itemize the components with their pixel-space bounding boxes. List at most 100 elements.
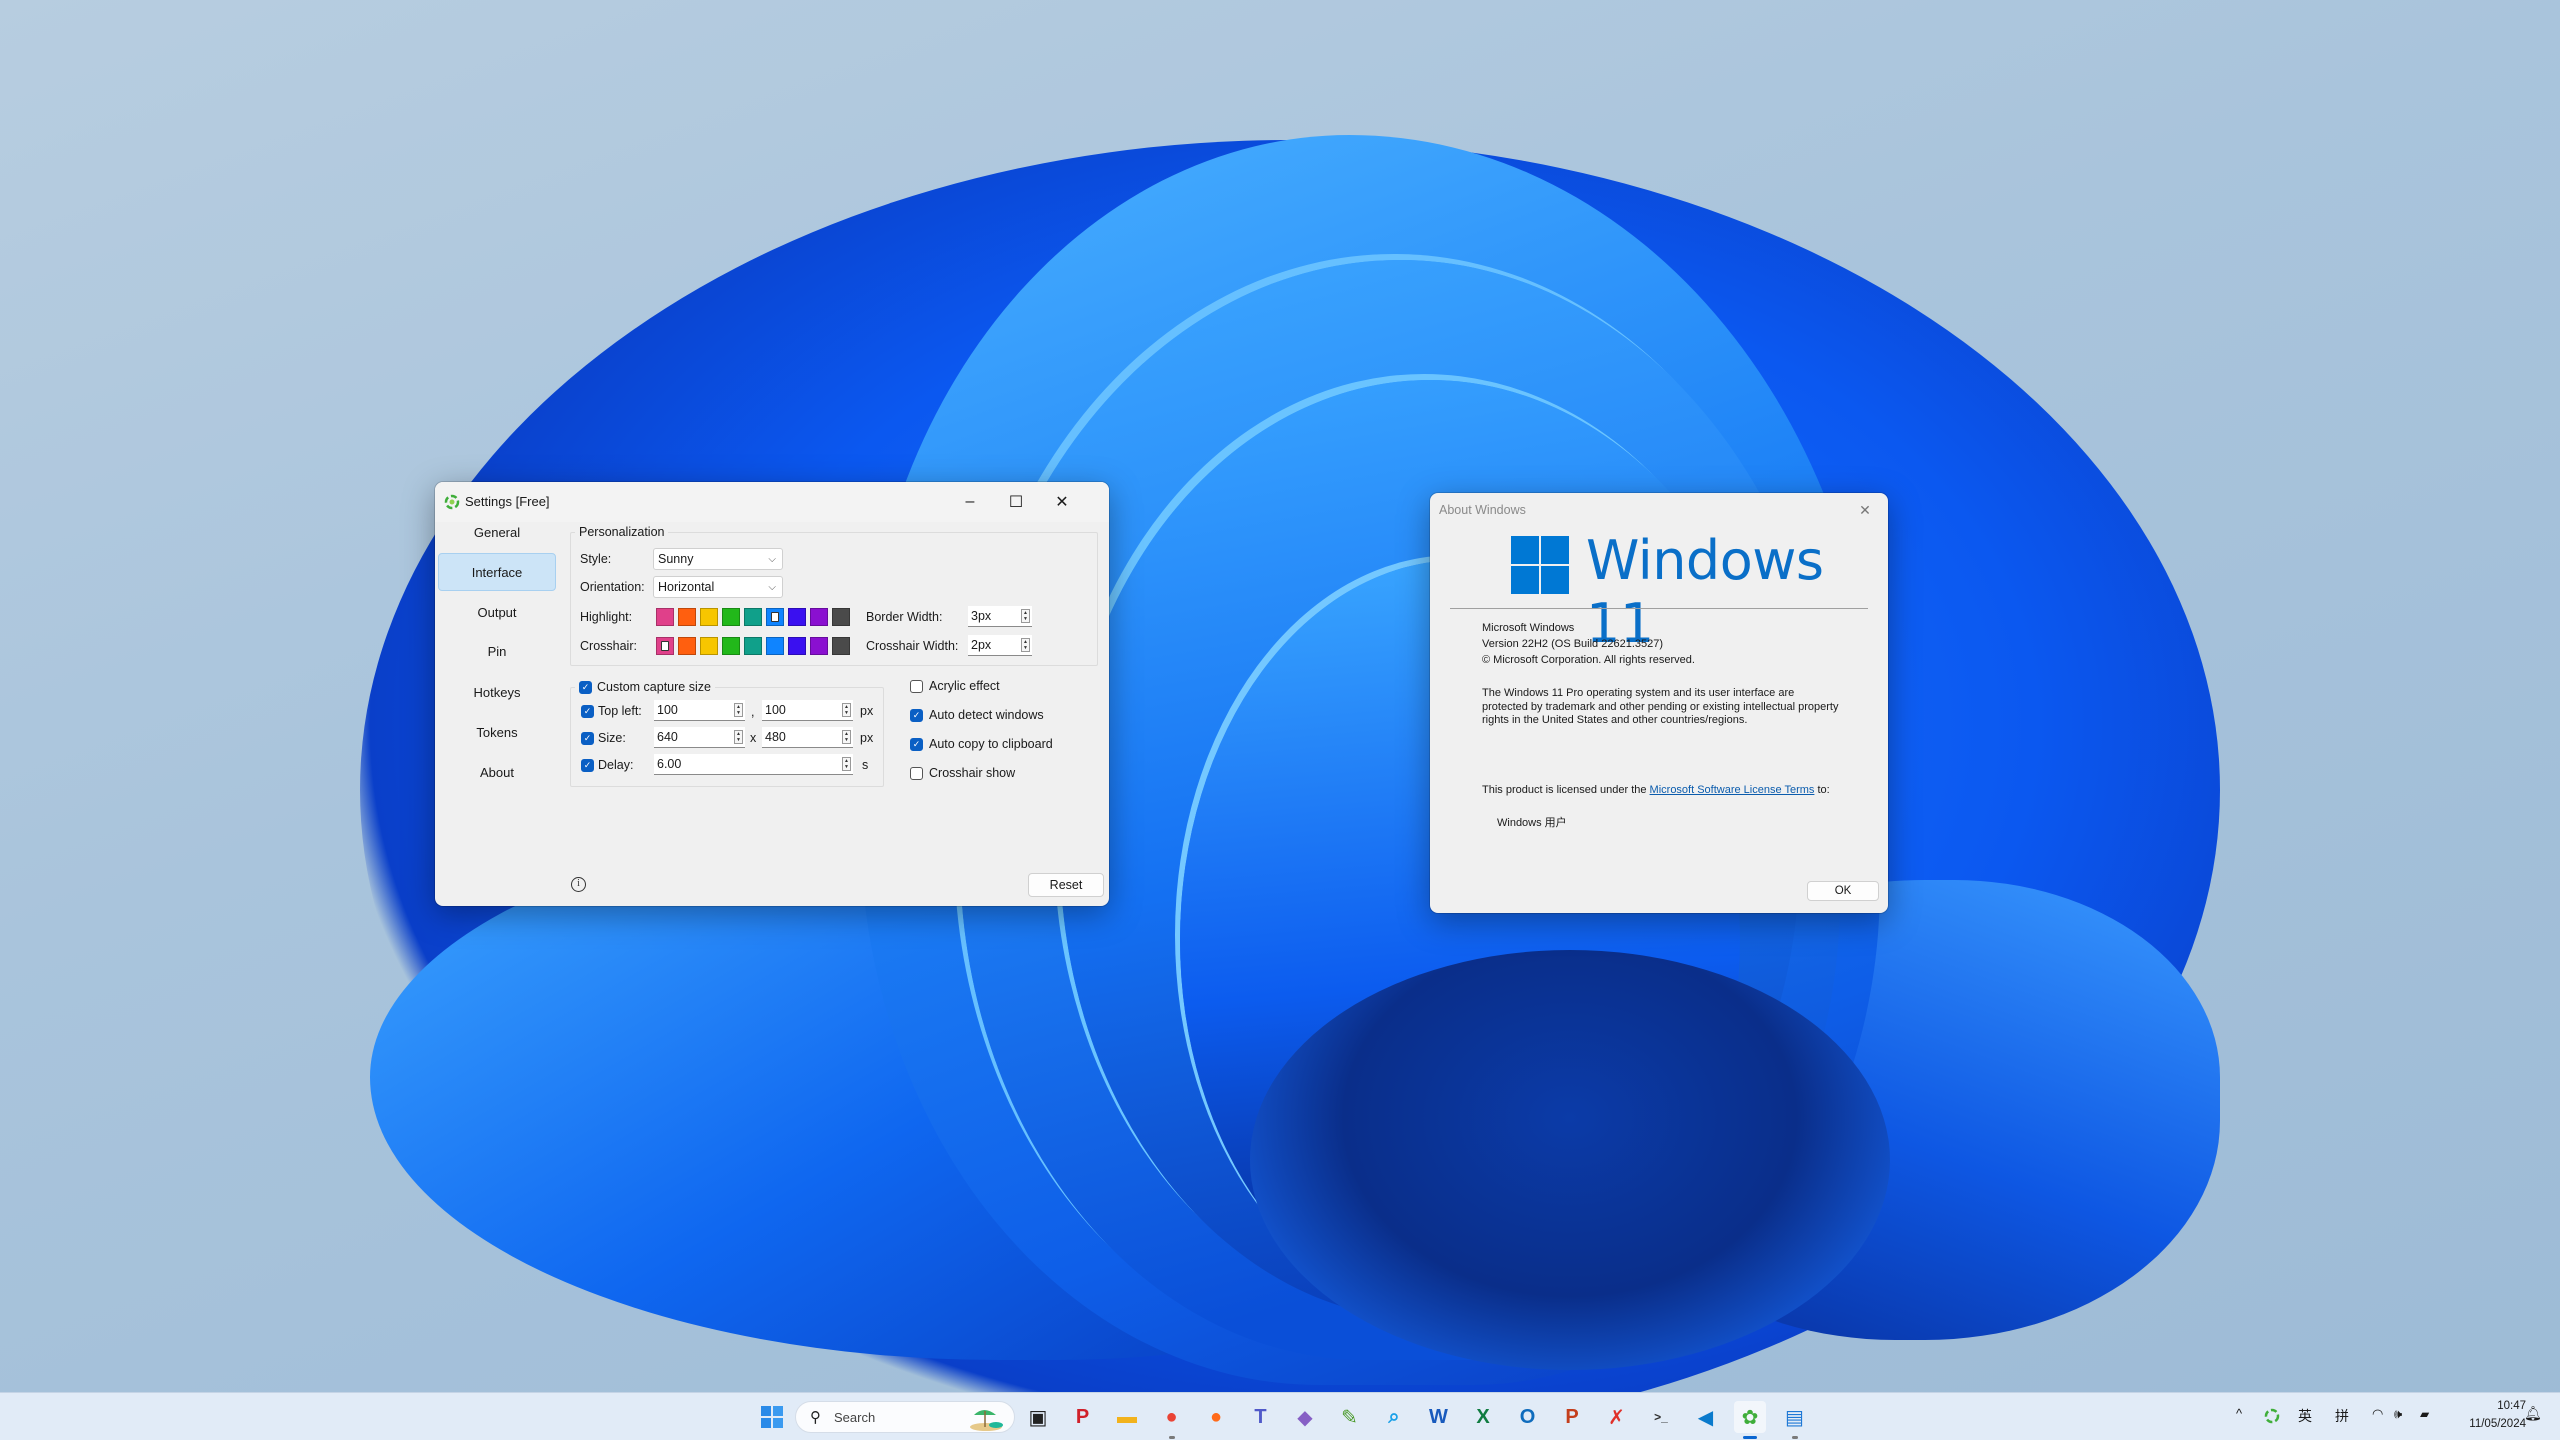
taskbar-search-box[interactable]: ⚲ Search [795, 1401, 1015, 1433]
reset-button[interactable]: Reset [1028, 873, 1104, 897]
auto-detect-windows-checkbox[interactable]: ✓ [910, 709, 923, 722]
crosshair-color-swatch[interactable] [678, 637, 696, 655]
taskbar-app-excel[interactable]: X [1467, 1401, 1499, 1433]
sidebar-item-pin[interactable]: Pin [438, 632, 556, 670]
taskbar-app-terminal[interactable]: >_ [1645, 1401, 1677, 1433]
spin-arrows-icon[interactable]: ▲ ▼ [842, 757, 851, 771]
delay-value: 6.00 [657, 757, 682, 771]
task-view-icon: ▣ [1028, 1406, 1048, 1429]
taskbar-app-notepad-edit[interactable]: ✎ [1334, 1401, 1366, 1433]
top-left-y-value: 100 [765, 703, 786, 717]
close-icon: ✕ [1055, 494, 1069, 511]
crosshair-show-checkbox[interactable] [910, 767, 923, 780]
highlight-color-swatch[interactable] [788, 608, 806, 626]
highlight-color-swatch[interactable] [810, 608, 828, 626]
show-hidden-icons-chevron-icon[interactable]: ^ [2236, 1406, 2242, 1421]
size-label: Size: [598, 731, 626, 745]
license-terms-link[interactable]: Microsoft Software License Terms [1650, 784, 1815, 796]
crosshair-color-swatch[interactable] [832, 637, 850, 655]
crosshair-color-swatch[interactable] [810, 637, 828, 655]
spin-arrows-icon[interactable]: ▲ ▼ [734, 730, 743, 744]
minimize-button[interactable]: – [947, 482, 993, 522]
taskbar-app-task-view[interactable]: ▣ [1022, 1401, 1054, 1433]
screenshot-app-tray-icon[interactable] [2264, 1408, 2280, 1424]
size-width-spinbox[interactable]: 640 ▲ ▼ [654, 727, 745, 748]
maximize-button[interactable]: ☐ [993, 482, 1039, 522]
crosshair-color-swatch[interactable] [766, 637, 784, 655]
crosshair-width-spinbox[interactable]: 2px ▲ ▼ [968, 635, 1032, 656]
battery-charging-icon[interactable]: ▰ [2420, 1407, 2429, 1421]
ime-mode-indicator[interactable]: 拼 [2335, 1406, 2349, 1426]
info-icon[interactable]: i [571, 877, 586, 892]
taskbar-app-xmind[interactable]: ✗ [1601, 1401, 1633, 1433]
wifi-icon[interactable]: ◠ [2372, 1406, 2383, 1422]
start-button[interactable] [756, 1401, 788, 1433]
taskbar-app-vscode[interactable]: ◀ [1690, 1401, 1722, 1433]
taskbar-app-magnifier-search[interactable]: ⌕ [1378, 1401, 1410, 1433]
top-left-y-spinbox[interactable]: 100 ▲ ▼ [762, 700, 853, 721]
highlight-color-swatch[interactable] [722, 608, 740, 626]
taskbar-app-file-explorer[interactable]: ▬ [1111, 1401, 1143, 1433]
sidebar-item-interface[interactable]: Interface [438, 553, 556, 591]
xmind-icon: ✗ [1608, 1406, 1625, 1429]
about-close-button[interactable]: ✕ [1842, 493, 1888, 527]
size-checkbox[interactable]: ✓ [581, 732, 594, 745]
crosshair-color-swatch[interactable] [744, 637, 762, 655]
highlight-color-swatch[interactable] [700, 608, 718, 626]
acrylic-effect-checkbox[interactable] [910, 680, 923, 693]
terminal-icon: >_ [1654, 1410, 1668, 1424]
size-height-spinbox[interactable]: 480 ▲ ▼ [762, 727, 853, 748]
sidebar-item-label: Tokens [476, 724, 518, 740]
sidebar-item-tokens[interactable]: Tokens [438, 713, 556, 751]
orientation-dropdown[interactable]: Horizontal ⌵ [653, 576, 783, 598]
taskbar-app-powerpoint[interactable]: P [1556, 1401, 1588, 1433]
taskbar-app-chrome[interactable]: ● [1156, 1401, 1188, 1439]
ime-language-indicator[interactable]: 英 [2298, 1406, 2312, 1426]
taskbar-app-red-app[interactable]: P [1067, 1401, 1099, 1433]
top-left-x-spinbox[interactable]: 100 ▲ ▼ [654, 700, 745, 721]
delay-spinbox[interactable]: 6.00 ▲ ▼ [654, 754, 853, 775]
highlight-color-swatch[interactable] [656, 608, 674, 626]
taskbar-app-outlook[interactable]: O [1512, 1401, 1544, 1433]
border-width-spinbox[interactable]: 3px ▲ ▼ [968, 606, 1032, 627]
highlight-color-swatch[interactable] [744, 608, 762, 626]
delay-checkbox[interactable]: ✓ [581, 759, 594, 772]
sidebar-item-hotkeys[interactable]: Hotkeys [438, 673, 556, 711]
style-dropdown[interactable]: Sunny ⌵ [653, 548, 783, 570]
volume-icon[interactable]: 🕪 [2394, 1406, 2402, 1422]
about-titlebar[interactable]: About Windows ✕ [1430, 493, 1888, 533]
spin-arrows-icon[interactable]: ▲ ▼ [1021, 638, 1030, 652]
highlight-color-swatch[interactable] [678, 608, 696, 626]
legal-text: The Windows 11 Pro operating system and … [1482, 687, 1839, 726]
sidebar-item-about[interactable]: About [438, 753, 556, 791]
crosshair-color-swatch[interactable] [722, 637, 740, 655]
license-suffix: to: [1814, 784, 1830, 796]
spin-arrows-icon[interactable]: ▲ ▼ [1021, 609, 1030, 623]
taskbar-app-screenshot-app[interactable]: ✿ [1734, 1401, 1766, 1439]
highlight-color-swatch[interactable] [766, 608, 784, 626]
custom-capture-label: Custom capture size [597, 680, 711, 694]
spin-arrows-icon[interactable]: ▲ ▼ [842, 730, 851, 744]
sidebar-item-output[interactable]: Output [438, 593, 556, 631]
auto-copy-clipboard-checkbox[interactable]: ✓ [910, 738, 923, 751]
notification-bell-icon[interactable]: 🔔︎ [2524, 1405, 2542, 1422]
top-left-checkbox[interactable]: ✓ [581, 705, 594, 718]
crosshair-color-swatch[interactable] [788, 637, 806, 655]
taskbar-clock[interactable]: 10:47 11/05/2024 [2469, 1397, 2526, 1433]
spin-arrows-icon[interactable]: ▲ ▼ [842, 703, 851, 717]
taskbar-app-firefox[interactable]: ● [1200, 1401, 1232, 1433]
spin-arrows-icon[interactable]: ▲ ▼ [734, 703, 743, 717]
taskbar-app-visual-studio[interactable]: ◆ [1289, 1401, 1321, 1433]
taskbar-app-word[interactable]: W [1423, 1401, 1455, 1433]
ok-button[interactable]: OK [1807, 881, 1879, 901]
highlight-color-swatch[interactable] [832, 608, 850, 626]
taskbar-app-teams[interactable]: T [1245, 1401, 1277, 1433]
crosshair-color-swatch[interactable] [656, 637, 674, 655]
close-button[interactable]: ✕ [1039, 482, 1085, 522]
style-label: Style: [580, 552, 612, 566]
custom-capture-checkbox[interactable]: ✓ [579, 680, 592, 694]
taskbar-app-window-app[interactable]: ▤ [1779, 1401, 1811, 1439]
sidebar-item-general[interactable]: General [438, 513, 556, 551]
crosshair-color-swatch[interactable] [700, 637, 718, 655]
excel-icon: X [1476, 1405, 1490, 1428]
